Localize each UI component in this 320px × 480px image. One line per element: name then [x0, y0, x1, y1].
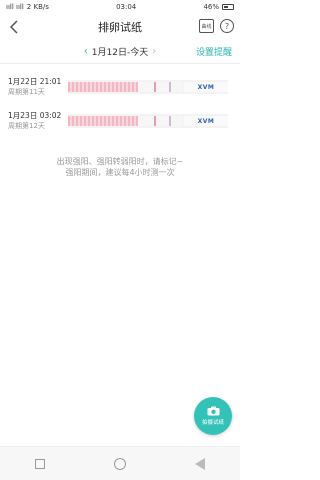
strip-result-zone — [138, 82, 183, 92]
strip-handle: XVM — [184, 116, 228, 126]
date-selector: ‹ 1月12日-今天 › 设置提醒 — [0, 40, 240, 64]
strip-brand: XVM — [197, 117, 215, 125]
test-line — [154, 116, 156, 126]
help-icon: ? — [224, 21, 230, 31]
status-left: ııll ııll 2 KB/s — [6, 3, 49, 11]
prev-date-chevron-icon[interactable]: ‹ — [84, 46, 88, 57]
test-line — [154, 82, 156, 92]
set-reminder-link[interactable]: 设置提醒 — [196, 45, 232, 58]
chart-label: 曲线 — [201, 23, 212, 30]
hint-line-1: 出现强阳、强阳转弱阳时，请标记~ — [56, 157, 184, 166]
next-date-chevron-icon[interactable]: › — [152, 46, 156, 57]
clock: 03:04 — [116, 3, 137, 11]
battery-icon — [222, 4, 234, 10]
date-nav: ‹ 1月12日-今天 › — [84, 45, 156, 58]
back-button[interactable] — [6, 19, 22, 35]
strip-result-zone — [138, 116, 183, 126]
strip-handle: XVM — [184, 82, 228, 92]
capture-strip-button[interactable]: 拍摄试纸 — [194, 397, 232, 435]
record-info: 1月22日 21:01 周期第11天 — [8, 77, 68, 97]
help-button[interactable]: ? — [220, 19, 234, 33]
home-icon[interactable] — [113, 457, 126, 470]
current-date[interactable]: 1月12日-今天 — [92, 45, 148, 58]
control-line — [169, 82, 171, 92]
speed-text: 2 KB/s — [26, 3, 49, 11]
header-actions: 曲线 ? — [199, 19, 234, 33]
battery-percent: 46% — [203, 3, 219, 11]
header: 排卵试纸 曲线 ? — [0, 14, 240, 40]
chevron-left-icon — [9, 20, 18, 34]
strip-brand: XVM — [197, 83, 215, 91]
status-bar: ııll ııll 2 KB/s 03:04 46% — [0, 0, 240, 14]
strip-wick — [68, 116, 138, 126]
control-line — [169, 116, 171, 126]
signal-icon: ııll ııll — [6, 3, 24, 11]
chart-button[interactable]: 曲线 — [199, 19, 214, 33]
hint-text: 出现强阳、强阳转弱阳时，请标记~ 强阳期间，建议每4小时测一次 — [0, 156, 240, 178]
record-time: 1月23日 03:02 — [8, 111, 62, 120]
record-time: 1月22日 21:01 — [8, 77, 62, 86]
record-cycle: 周期第12天 — [8, 122, 45, 130]
hint-line-2: 强阳期间，建议每4小时测一次 — [65, 168, 175, 177]
record-cycle: 周期第11天 — [8, 88, 45, 96]
capture-strip-label: 拍摄试纸 — [201, 420, 224, 426]
back-triangle-icon[interactable] — [195, 457, 206, 470]
test-strip-image: XVM — [68, 114, 228, 128]
record-info: 1月23日 03:02 周期第12天 — [8, 111, 68, 131]
strip-wick — [68, 82, 138, 92]
record-list: 1月22日 21:01 周期第11天 XVM 1月23日 03:02 周期第12… — [0, 64, 240, 138]
system-nav-bar — [0, 446, 240, 480]
list-item[interactable]: 1月23日 03:02 周期第12天 XVM — [0, 104, 240, 138]
list-item[interactable]: 1月22日 21:01 周期第11天 XVM — [0, 70, 240, 104]
page-title: 排卵试纸 — [98, 21, 142, 34]
test-strip-image: XVM — [68, 80, 228, 94]
status-right: 46% — [203, 3, 234, 11]
camera-icon — [207, 406, 219, 416]
recents-icon[interactable] — [34, 458, 45, 469]
